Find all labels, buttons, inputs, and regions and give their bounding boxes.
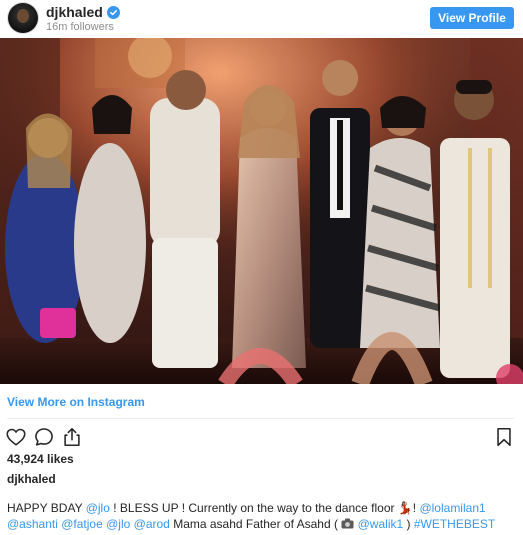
party-photo-image	[0, 38, 523, 384]
bookmark-icon[interactable]	[493, 426, 515, 448]
mention-link[interactable]: @lolamilan1	[419, 501, 485, 515]
caption-username[interactable]: djkhaled	[7, 472, 56, 486]
camera-icon	[341, 518, 354, 529]
post-header: djkhaled 16m followers View Profile	[0, 0, 523, 38]
caption-text: )	[403, 517, 414, 531]
avatar[interactable]	[8, 3, 38, 33]
hashtag-link[interactable]: #WETHEBEST	[414, 517, 495, 531]
mention-link[interactable]: @ashanti	[7, 517, 58, 531]
view-more-link[interactable]: View More on Instagram	[7, 395, 145, 409]
mention-link[interactable]: @fatjoe	[61, 517, 103, 531]
like-count[interactable]: 43,924 likes	[7, 452, 74, 466]
mention-link[interactable]: @walik1	[358, 517, 404, 531]
comment-icon[interactable]	[33, 426, 55, 448]
heart-icon[interactable]	[5, 426, 27, 448]
username-row: djkhaled	[46, 4, 120, 20]
divider	[7, 418, 514, 419]
mention-link[interactable]: @jlo	[106, 517, 130, 531]
dancer-emoji-icon: 💃🏽	[397, 501, 413, 515]
mention-link[interactable]: @arod	[134, 517, 170, 531]
share-icon[interactable]	[61, 426, 83, 448]
mention-link[interactable]: @jlo	[86, 501, 110, 515]
view-profile-button[interactable]: View Profile	[430, 7, 514, 29]
caption-text: ! BLESS UP ! Currently on the way to the…	[109, 501, 398, 515]
verified-badge-icon	[106, 5, 120, 19]
post-photo[interactable]	[0, 38, 523, 384]
caption-text: HAPPY BDAY	[7, 501, 86, 515]
follower-count: 16m followers	[46, 21, 114, 33]
caption-text: Mama asahd Father of Asahd (	[169, 517, 342, 531]
post-caption: HAPPY BDAY @jlo ! BLESS UP ! Currently o…	[7, 500, 517, 532]
action-bar	[0, 424, 523, 450]
username-link[interactable]: djkhaled	[46, 4, 103, 20]
